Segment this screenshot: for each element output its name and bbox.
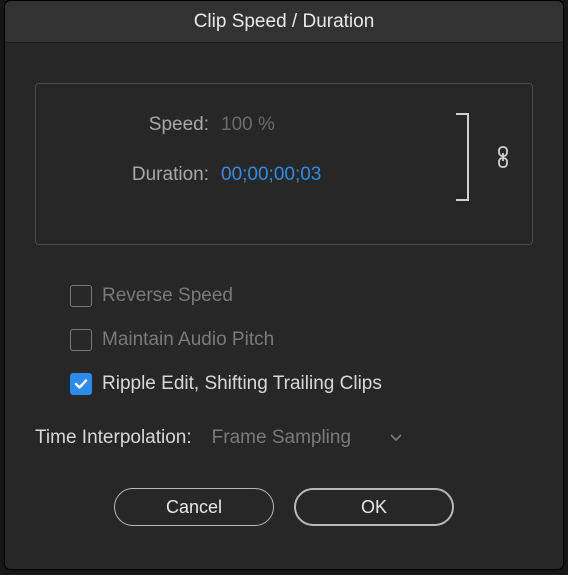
maintain-pitch-label: Maintain Audio Pitch [102,329,274,351]
dialog-button-row: Cancel OK [35,488,533,526]
cancel-button-label: Cancel [166,497,222,518]
dialog-titlebar: Clip Speed / Duration [5,1,563,43]
time-interpolation-row: Time Interpolation: Frame Sampling [35,423,533,453]
speed-label: Speed: [56,114,221,136]
duration-label: Duration: [56,164,221,186]
speed-row: Speed: 100 % [56,114,512,136]
duration-value[interactable]: 00;00;00;03 [221,164,321,186]
ok-button-label: OK [361,497,387,518]
speed-value[interactable]: 100 % [221,114,275,136]
ripple-edit-row: Ripple Edit, Shifting Trailing Clips [35,373,533,395]
dialog-title: Clip Speed / Duration [194,11,375,33]
dialog-content: Speed: 100 % Duration: 00;00;00;03 [5,43,563,569]
maintain-pitch-checkbox[interactable] [70,329,92,351]
duration-row: Duration: 00;00;00;03 [56,164,512,186]
link-chain-icon[interactable] [496,146,510,174]
chevron-down-icon [389,427,403,449]
time-interpolation-label: Time Interpolation: [35,427,192,449]
reverse-speed-label: Reverse Speed [102,285,233,307]
maintain-pitch-row: Maintain Audio Pitch [35,329,533,351]
time-interpolation-selected: Frame Sampling [212,427,351,449]
ripple-edit-checkbox[interactable] [70,373,92,395]
ripple-edit-label: Ripple Edit, Shifting Trailing Clips [102,373,382,395]
reverse-speed-checkbox[interactable] [70,285,92,307]
link-bracket-icon [454,112,472,202]
time-interpolation-dropdown[interactable]: Frame Sampling [204,423,411,453]
clip-speed-duration-dialog: Clip Speed / Duration Speed: 100 % Durat… [4,0,564,570]
cancel-button[interactable]: Cancel [114,488,274,526]
ok-button[interactable]: OK [294,488,454,526]
speed-duration-group: Speed: 100 % Duration: 00;00;00;03 [35,83,533,245]
reverse-speed-row: Reverse Speed [35,285,533,307]
